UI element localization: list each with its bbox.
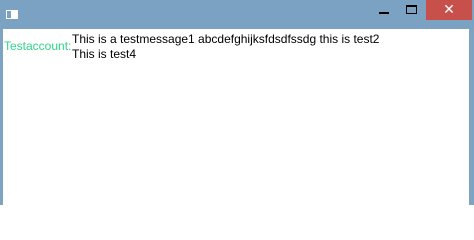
title-bar[interactable]: ✕ <box>0 0 474 29</box>
minimize-icon <box>379 12 389 14</box>
minimize-button[interactable] <box>370 0 398 20</box>
maximize-button[interactable] <box>398 0 426 20</box>
maximize-icon <box>406 5 417 14</box>
chat-area: Testaccount: This is a testmessage1 abcd… <box>3 29 469 205</box>
account-label: Testaccount: <box>4 39 72 53</box>
app-icon[interactable] <box>6 10 18 19</box>
app-window: ✕ Testaccount: This is a testmessage1 ab… <box>0 0 474 205</box>
close-button[interactable]: ✕ <box>426 0 472 20</box>
message-item: This is a testmessage1 abcdefghijksfdsdf… <box>72 32 380 46</box>
message-list: This is a testmessage1 abcdefghijksfdsdf… <box>72 32 379 62</box>
message-item: This is test4 <box>72 47 137 61</box>
close-icon: ✕ <box>443 2 455 18</box>
